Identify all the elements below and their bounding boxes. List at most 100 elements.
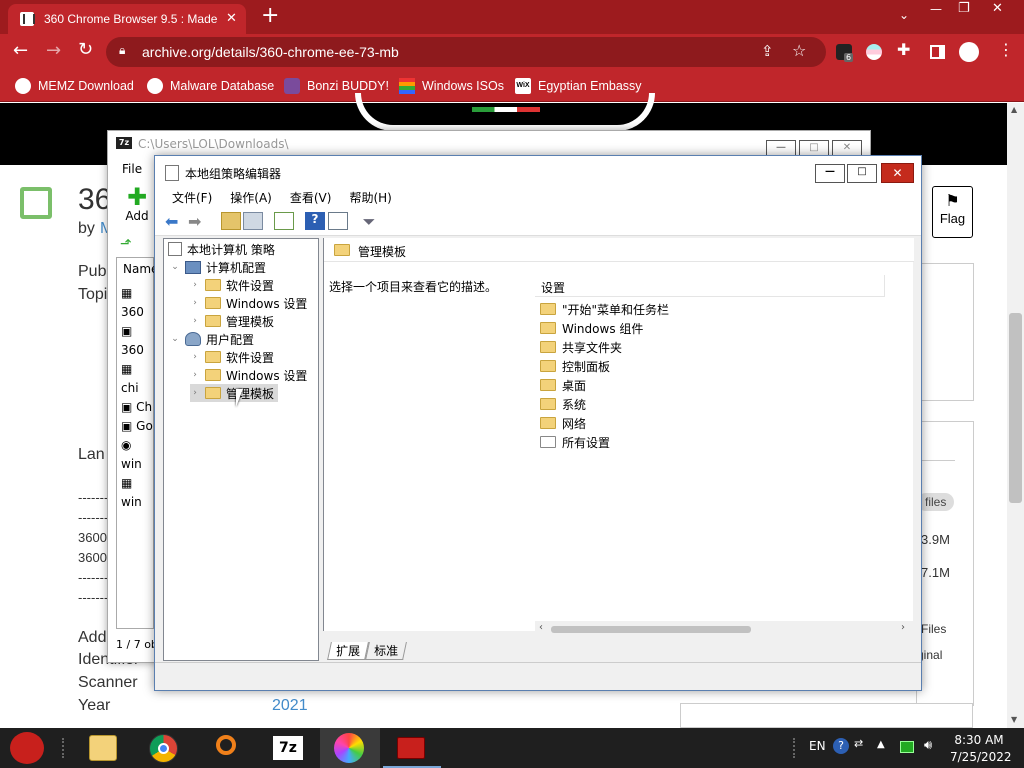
ime-icon[interactable]: ⇄: [854, 737, 863, 750]
up-folder-icon[interactable]: ⬏: [120, 236, 132, 252]
show-hide-tree-icon[interactable]: [243, 212, 263, 230]
list-item[interactable]: 所有设置: [540, 433, 610, 451]
expand-chevron-icon[interactable]: ›: [190, 298, 200, 308]
help-icon[interactable]: ?: [833, 738, 849, 754]
clock-date[interactable]: 7/25/2022: [950, 750, 1012, 764]
tab-standard[interactable]: 标准: [365, 642, 407, 660]
tree-item[interactable]: › Windows 设置: [190, 294, 307, 312]
menu-action[interactable]: 操作(A): [221, 188, 281, 208]
bookmark-memz[interactable]: MEMZ Download: [15, 76, 134, 96]
scroll-up-icon[interactable]: ▲: [1011, 105, 1017, 114]
collapse-chevron-icon[interactable]: ⌄: [170, 262, 180, 272]
list-item[interactable]: ▣ 360: [121, 322, 153, 360]
lock-icon[interactable]: 🔒︎: [119, 43, 125, 58]
column-header[interactable]: 设置: [535, 275, 885, 297]
tree-computer-config[interactable]: ⌄ 计算机配置: [170, 258, 266, 276]
tab-close-icon[interactable]: ✕: [226, 11, 237, 26]
tree-root[interactable]: 本地计算机 策略: [168, 240, 275, 258]
share-icon[interactable]: ⇪: [761, 42, 774, 60]
menu-view[interactable]: 查看(V): [281, 188, 341, 208]
network-icon[interactable]: [900, 741, 914, 753]
angry-birds-icon[interactable]: [0, 728, 60, 768]
pride-extension-icon[interactable]: [866, 44, 882, 60]
7zip-icon[interactable]: 7z: [258, 728, 318, 768]
tree-item[interactable]: › Windows 设置: [190, 366, 307, 384]
language-indicator[interactable]: EN: [809, 739, 826, 753]
list-item[interactable]: 系统: [540, 395, 586, 413]
restore-button[interactable]: ❐: [958, 1, 970, 16]
year-value-link[interactable]: 2021: [272, 697, 308, 715]
7zip-add-button[interactable]: ✚ Add: [122, 185, 152, 229]
list-item[interactable]: ▦ 360: [121, 284, 153, 322]
url-text[interactable]: archive.org/details/360-chrome-ee-73-mb: [142, 44, 399, 60]
list-item[interactable]: ◉ win: [121, 436, 153, 474]
scrollbar-thumb[interactable]: [551, 626, 751, 633]
list-item[interactable]: ▣ Ch: [121, 398, 153, 417]
menu-file[interactable]: 文件(F): [163, 188, 221, 208]
filter-icon[interactable]: ⏷: [359, 212, 379, 231]
tree-item[interactable]: › 软件设置: [190, 276, 274, 294]
toolbox-icon[interactable]: [382, 728, 442, 768]
forward-arrow-icon[interactable]: →: [46, 40, 61, 61]
back-arrow-icon[interactable]: ⬅: [165, 212, 185, 231]
tree-item[interactable]: › 管理模板: [190, 312, 274, 330]
expand-chevron-icon[interactable]: ›: [190, 316, 200, 326]
browser-tab[interactable]: 360 Chrome Browser 9.5 : Made ✕: [8, 4, 246, 34]
file-explorer-icon[interactable]: [72, 728, 132, 768]
minimize-button[interactable]: —: [930, 2, 942, 16]
scroll-left-icon[interactable]: ‹: [539, 622, 543, 633]
list-item[interactable]: 控制面板: [540, 357, 610, 375]
list-item[interactable]: Windows 组件: [540, 319, 643, 337]
tab-search-chevron-icon[interactable]: ⌄: [899, 8, 909, 22]
menu-kebab-icon[interactable]: ⋮: [998, 40, 1014, 59]
flag-button[interactable]: ⚑ Flag: [932, 186, 973, 238]
volume-icon[interactable]: 🔊︎: [924, 738, 932, 753]
column-divider[interactable]: [884, 275, 885, 297]
address-bar[interactable]: 🔒︎ archive.org/details/360-chrome-ee-73-…: [106, 37, 826, 67]
gpe-minimize-button[interactable]: —: [815, 164, 845, 183]
gpe-maximize-button[interactable]: □: [847, 164, 877, 183]
help-icon[interactable]: ?: [305, 212, 325, 230]
clock-time[interactable]: 8:30 AM: [954, 733, 1004, 747]
tab-extended[interactable]: 扩展: [327, 642, 369, 660]
collapse-chevron-icon[interactable]: ⌄: [170, 334, 180, 344]
expand-chevron-icon[interactable]: ›: [190, 370, 200, 380]
expand-chevron-icon[interactable]: ›: [190, 280, 200, 290]
photos-icon[interactable]: [320, 728, 380, 768]
profile-avatar-icon[interactable]: [959, 42, 979, 62]
tray-expand-icon[interactable]: ▲: [877, 739, 885, 750]
chrome-icon[interactable]: [134, 728, 194, 768]
list-item[interactable]: 共享文件夹: [540, 338, 622, 356]
files-badge[interactable]: files: [917, 493, 955, 511]
up-folder-icon[interactable]: [221, 212, 241, 230]
gpe-close-button[interactable]: ✕: [881, 163, 914, 183]
tree-user-config[interactable]: ⌄ 用户配置: [170, 330, 254, 348]
properties-icon[interactable]: [328, 212, 348, 230]
list-item[interactable]: ▦ chi: [121, 360, 153, 398]
scroll-down-icon[interactable]: ▼: [1011, 715, 1017, 724]
list-item[interactable]: 网络: [540, 414, 586, 432]
back-arrow-icon[interactable]: ←: [13, 40, 28, 61]
tree-item-selected[interactable]: › 管理模板: [190, 384, 279, 402]
list-item[interactable]: ▣ Go: [121, 417, 153, 436]
bookmark-malware-database[interactable]: Malware Database: [147, 76, 274, 96]
close-window-button[interactable]: ✕: [992, 1, 1003, 16]
list-item[interactable]: ▦ win: [121, 474, 153, 512]
list-item[interactable]: "开始"菜单和任务栏: [540, 300, 669, 318]
horizontal-scrollbar[interactable]: ‹ ›: [535, 621, 913, 637]
reload-icon[interactable]: ↻: [78, 39, 93, 60]
ublock-extension-icon[interactable]: 6: [836, 44, 854, 62]
expand-chevron-icon[interactable]: ›: [190, 352, 200, 362]
forward-arrow-icon[interactable]: ➡: [188, 212, 208, 231]
menu-help[interactable]: 帮助(H): [340, 188, 400, 208]
show-all-files-link[interactable]: Files: [921, 622, 946, 636]
expand-chevron-icon[interactable]: ›: [190, 388, 200, 398]
new-tab-button[interactable]: +: [261, 3, 279, 28]
scrollbar-thumb[interactable]: [1009, 313, 1022, 503]
scroll-right-icon[interactable]: ›: [901, 622, 905, 633]
tree-item[interactable]: › 软件设置: [190, 348, 274, 366]
bookmark-star-icon[interactable]: ☆: [792, 41, 806, 60]
column-header-settings[interactable]: 设置: [541, 279, 565, 296]
page-scrollbar[interactable]: ▲ ▼: [1007, 103, 1024, 728]
extensions-puzzle-icon[interactable]: ✚: [897, 40, 910, 59]
